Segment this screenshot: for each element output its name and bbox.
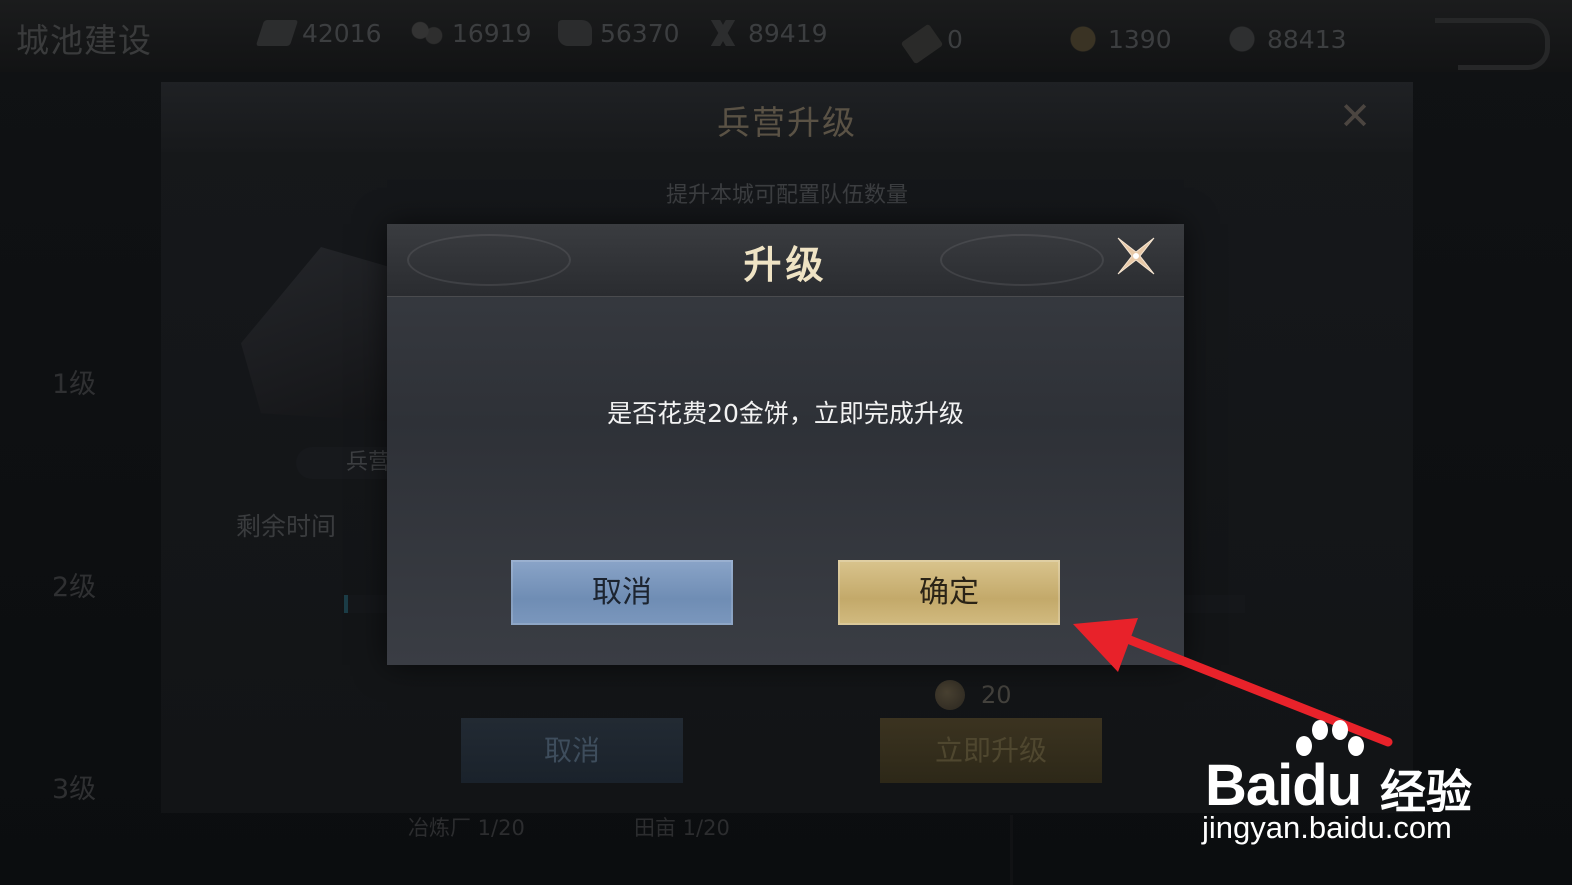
game-scene: 城池建设 42016 16919 56370 89419 0 1390 8841… bbox=[0, 0, 1572, 885]
watermark-brand: Baidu bbox=[1205, 752, 1362, 819]
watermark-url: jingyan.baidu.com bbox=[1202, 810, 1452, 845]
watermark-brand-bai: Bai bbox=[1205, 753, 1293, 818]
watermark-brand-du: du bbox=[1292, 753, 1362, 818]
baidu-jingyan-watermark: Baidu 经验 jingyan.baidu.com bbox=[1200, 712, 1500, 872]
